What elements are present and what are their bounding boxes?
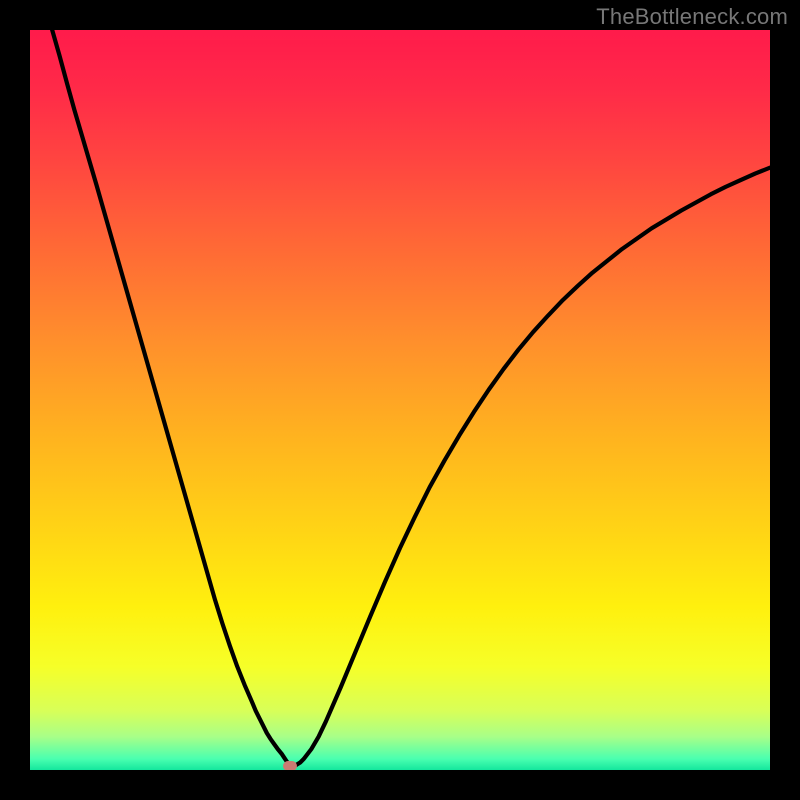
watermark-text: TheBottleneck.com [596, 4, 788, 30]
plot-area [30, 30, 770, 770]
bottleneck-curve [30, 30, 770, 770]
chart-frame: TheBottleneck.com [0, 0, 800, 800]
optimal-point-marker [283, 761, 297, 770]
